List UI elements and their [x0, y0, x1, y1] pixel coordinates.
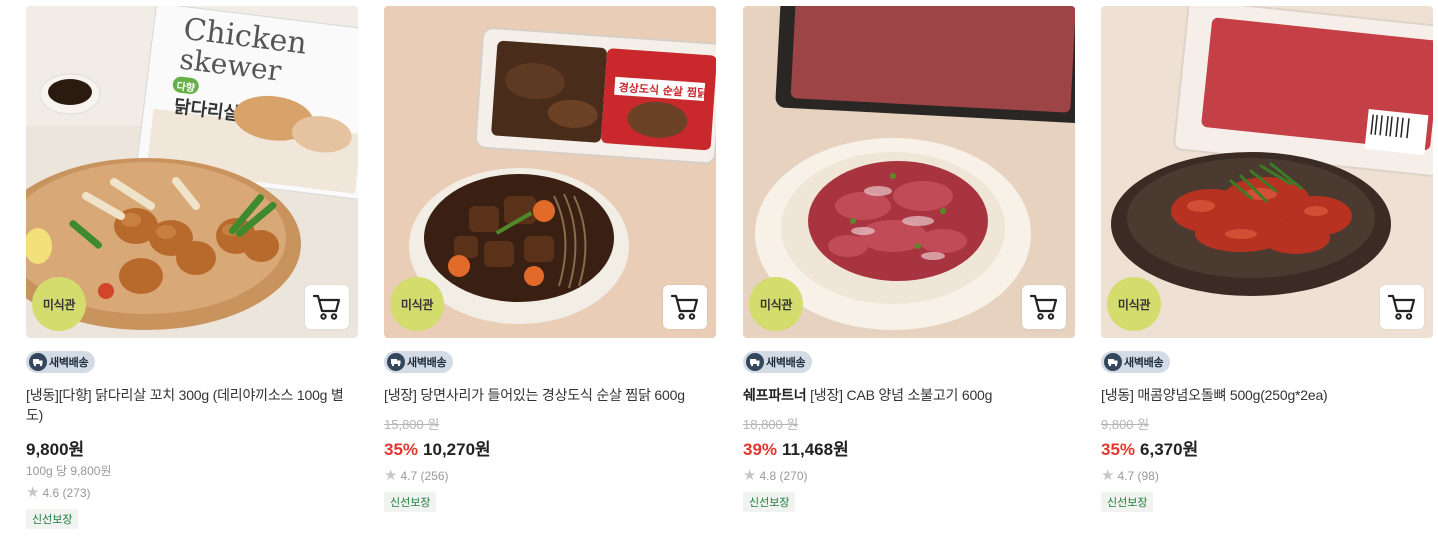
discount-rate: 35%: [1101, 440, 1136, 459]
product-title[interactable]: [냉동] 매콤양념오돌뼈 500g(250g*2ea): [1101, 385, 1433, 405]
add-to-cart-button[interactable]: [1380, 285, 1424, 329]
product-title-text: [냉동] 매콤양념오돌뼈 500g(250g*2ea): [1101, 387, 1328, 403]
original-price: 9,800 원: [1101, 417, 1150, 432]
rating-value: 4.7: [400, 468, 418, 483]
original-price: 15,800 원: [384, 417, 440, 432]
truck-icon: [746, 353, 764, 371]
misik-badge: 미식관: [1107, 277, 1161, 331]
discount-rate: 39%: [743, 440, 778, 459]
rating: ★ 4.7 (98): [1101, 468, 1433, 483]
rating: ★ 4.8 (270): [743, 468, 1075, 483]
rating-value: 4.6: [42, 485, 60, 500]
fresh-guarantee-tag: 신선보장: [384, 492, 437, 512]
product-card[interactable]: 미식관 새벽배송 [냉동] 매콤양념오돌뼈 500g(250g*2ea) 9,8…: [1101, 6, 1433, 512]
product-title[interactable]: 쉐프파트너 [냉장] CAB 양념 소불고기 600g: [743, 385, 1075, 405]
dawn-delivery-badge: 새벽배송: [384, 351, 454, 373]
discount-rate: 35%: [384, 440, 419, 459]
review-count: (270): [779, 468, 808, 483]
product-title-text: [냉동][다향] 닭다리살 꼬치 300g (데리야끼소스 100g 별도): [26, 387, 344, 423]
delivery-badge-label: 새벽배송: [407, 357, 447, 369]
rating-value: 4.8: [759, 468, 777, 483]
star-icon: ★: [1101, 467, 1115, 484]
fresh-guarantee-tag: 신선보장: [743, 492, 796, 512]
product-card[interactable]: 미식관 새벽배송 쉐프파트너 [냉장] CAB 양념 소불고기 600g 18,…: [743, 6, 1075, 512]
dawn-delivery-badge: 새벽배송: [743, 351, 813, 373]
product-grid: Chicken skewer 다향 닭다리살 꼬치 미식관 새벽배송 [냉동][…: [0, 0, 1438, 551]
sale-price: 9,800원: [26, 440, 85, 459]
price-row: 39% 11,468원: [743, 435, 1075, 460]
sale-price: 6,370원: [1140, 440, 1199, 459]
product-image[interactable]: Chicken skewer 다향 닭다리살 꼬치 미식관: [26, 6, 358, 338]
price-row: 35% 10,270원: [384, 435, 716, 460]
dawn-delivery-badge: 새벽배송: [26, 351, 96, 373]
add-to-cart-button[interactable]: [305, 285, 349, 329]
truck-icon: [29, 353, 47, 371]
product-card[interactable]: Chicken skewer 다향 닭다리살 꼬치 미식관 새벽배송 [냉동][…: [26, 6, 358, 529]
product-card[interactable]: 경상도식 순살 찜닭 미식관 새벽배송 [냉장] 당면사리가 들어있는 경상도식…: [384, 6, 716, 512]
truck-icon: [1104, 353, 1122, 371]
cart-icon: [670, 294, 699, 320]
delivery-badge-label: 새벽배송: [49, 357, 89, 369]
rating-value: 4.7: [1117, 468, 1135, 483]
misik-badge: 미식관: [390, 277, 444, 331]
star-icon: ★: [26, 484, 40, 501]
delivery-badge-label: 새벽배송: [766, 357, 806, 369]
review-count: (98): [1137, 468, 1159, 483]
rating: ★ 4.7 (256): [384, 468, 716, 483]
dawn-delivery-badge: 새벽배송: [1101, 351, 1171, 373]
product-image[interactable]: 미식관: [743, 6, 1075, 338]
star-icon: ★: [743, 467, 757, 484]
misik-badge: 미식관: [749, 277, 803, 331]
product-title-text: [냉장] CAB 양념 소불고기 600g: [810, 387, 993, 403]
misik-badge: 미식관: [32, 277, 86, 331]
cart-icon: [1029, 294, 1058, 320]
sale-price: 11,468원: [782, 440, 849, 459]
fresh-guarantee-tag: 신선보장: [26, 509, 79, 529]
unit-price: 100g 당 9,800원: [26, 464, 112, 478]
truck-icon: [387, 353, 405, 371]
product-title[interactable]: [냉동][다향] 닭다리살 꼬치 300g (데리야끼소스 100g 별도): [26, 385, 358, 425]
review-count: (273): [62, 485, 91, 500]
product-image[interactable]: 미식관: [1101, 6, 1433, 338]
sale-price: 10,270원: [423, 440, 491, 459]
cart-icon: [312, 294, 341, 320]
product-title[interactable]: [냉장] 당면사리가 들어있는 경상도식 순살 찜닭 600g: [384, 385, 716, 405]
product-image[interactable]: 경상도식 순살 찜닭 미식관: [384, 6, 716, 338]
rating: ★ 4.6 (273): [26, 485, 358, 500]
review-count: (256): [420, 468, 449, 483]
price-row: 35% 6,370원: [1101, 435, 1433, 460]
product-title-text: [냉장] 당면사리가 들어있는 경상도식 순살 찜닭 600g: [384, 387, 685, 403]
cart-icon: [1387, 294, 1416, 320]
fresh-guarantee-tag: 신선보장: [1101, 492, 1154, 512]
brand-name: 쉐프파트너: [743, 387, 807, 403]
original-price: 18,800 원: [743, 417, 799, 432]
price-row: 9,800원: [26, 435, 358, 460]
add-to-cart-button[interactable]: [1022, 285, 1066, 329]
delivery-badge-label: 새벽배송: [1124, 357, 1164, 369]
add-to-cart-button[interactable]: [663, 285, 707, 329]
star-icon: ★: [384, 467, 398, 484]
